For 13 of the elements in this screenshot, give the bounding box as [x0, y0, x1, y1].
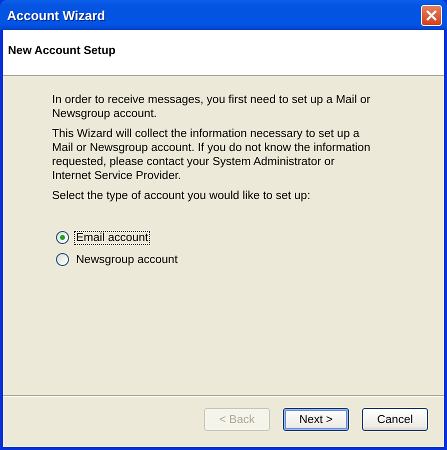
radio-button[interactable]	[56, 231, 69, 244]
wizard-button[interactable]: Next >	[283, 408, 349, 431]
radio-label[interactable]: Email account	[75, 232, 150, 244]
instruction-text: In order to receive messages, you first need to set up a Mail or Newsgroup account.	[52, 93, 372, 121]
radio-label[interactable]: Newsgroup account	[75, 254, 179, 266]
radio-button[interactable]	[56, 253, 69, 266]
instruction-text: This Wizard will collect the information necessary to set up a Mail or Newsgroup account. If you do not know the information requested, please contact your System Administrator or Internet Service Provider.	[52, 127, 372, 183]
close-button[interactable]	[421, 4, 442, 26]
page-heading: New Account Setup	[8, 45, 116, 57]
instruction-text: Select the type of account you would like to set up:	[52, 189, 312, 203]
wizard-button[interactable]: Cancel	[362, 408, 428, 431]
window-title: Account Wizard	[7, 8, 106, 22]
close-icon	[426, 10, 437, 20]
